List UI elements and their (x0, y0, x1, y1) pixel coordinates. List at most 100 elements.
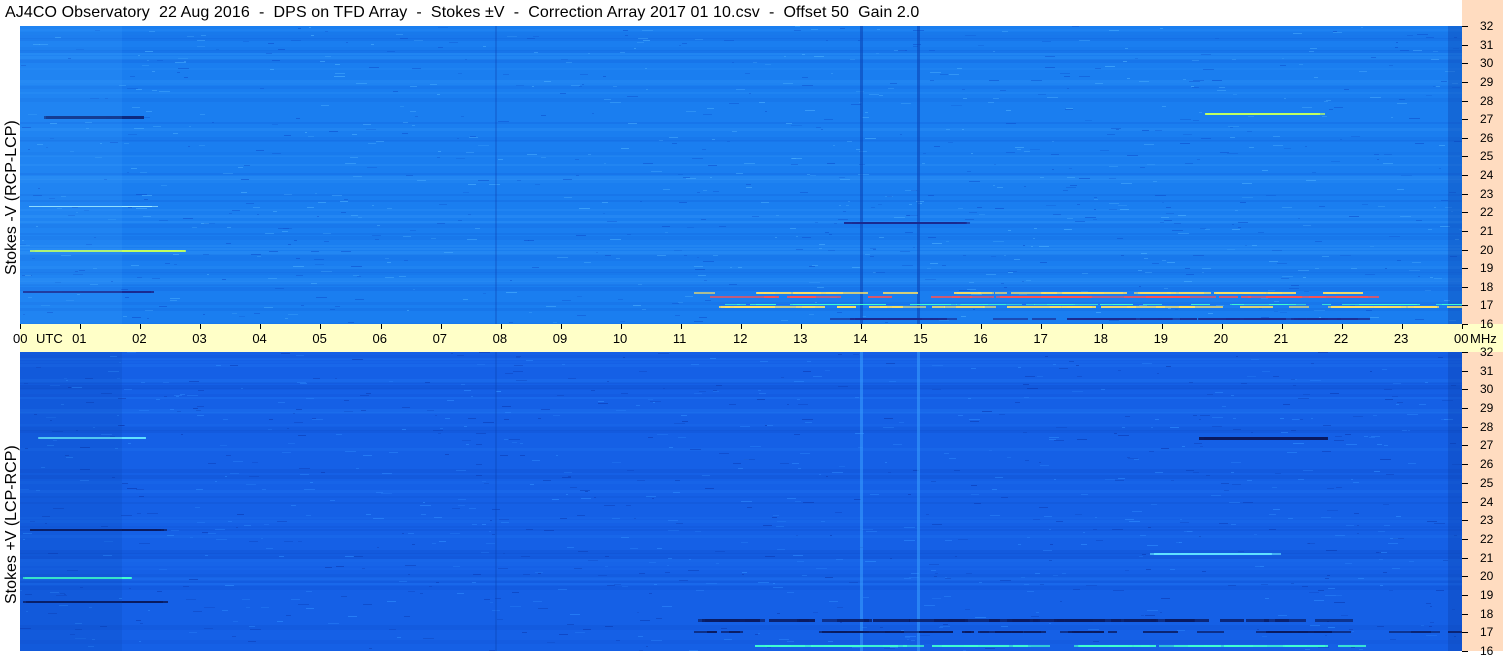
emission-streak-bottom (1338, 645, 1366, 647)
freq-tick-label-top: 28 (1480, 94, 1494, 108)
speckle-top (415, 116, 418, 117)
speckle-top (873, 272, 876, 273)
speckle-top (948, 142, 953, 143)
speckle-bottom (1132, 511, 1142, 512)
speckle-top (1227, 153, 1238, 154)
speckle-bottom (668, 558, 672, 559)
speckle-top (1281, 278, 1289, 279)
speckle-bottom (1037, 376, 1043, 377)
speckle-top (940, 74, 948, 75)
band-bottom (20, 517, 1462, 519)
speckle-top (1178, 215, 1186, 216)
speckle-top (285, 318, 288, 319)
speckle-top (335, 73, 345, 74)
speckle-top (152, 90, 157, 91)
speckle-bottom (1073, 589, 1080, 590)
speckle-top (157, 60, 163, 61)
speckle-bottom (648, 437, 653, 438)
speckle-top (858, 174, 869, 175)
speckle-top (605, 255, 611, 256)
band-bottom (20, 586, 1462, 590)
speckle-bottom (740, 426, 750, 427)
time-tick-label: 00 (13, 331, 28, 346)
speckle-bottom (719, 453, 729, 454)
speckle-bottom (476, 475, 482, 476)
speckle-bottom (849, 582, 858, 583)
speckle-bottom (1075, 514, 1082, 515)
speckle-bottom (558, 589, 567, 590)
emission-streak-top (993, 318, 1028, 320)
speckle-top (663, 189, 670, 190)
speckle-top (1109, 166, 1118, 167)
speckle-bottom (839, 466, 845, 467)
speckle-bottom (1384, 525, 1390, 526)
speckle-bottom (389, 629, 396, 630)
speckle-bottom (1388, 543, 1398, 544)
speckle-bottom (420, 593, 423, 594)
speckle-bottom (1254, 534, 1257, 535)
speckle-top (412, 68, 421, 69)
speckle-top (807, 174, 810, 175)
speckle-bottom (1025, 376, 1035, 377)
speckle-bottom (541, 409, 550, 410)
speckle-bottom (559, 634, 568, 635)
speckle-bottom (1327, 510, 1338, 511)
speckle-bottom (1125, 519, 1134, 520)
speckle-top (687, 227, 694, 228)
speckle-bottom (1093, 529, 1097, 530)
speckle-bottom (1262, 636, 1267, 637)
speckle-top (317, 216, 319, 217)
speckle-bottom (453, 566, 460, 567)
speckle-top (679, 202, 687, 203)
speckle-top (627, 234, 631, 235)
speckle-bottom (481, 552, 489, 553)
speckle-bottom (657, 434, 668, 435)
speckle-bottom (232, 636, 236, 637)
speckle-top (227, 227, 231, 228)
speckle-top (144, 199, 148, 200)
speckle-bottom (1232, 484, 1241, 485)
speckle-top (199, 145, 205, 146)
speckle-bottom (1141, 615, 1144, 616)
emission-streak-bottom (1199, 437, 1212, 440)
speckle-bottom (321, 472, 325, 473)
speckle-bottom (356, 468, 359, 469)
speckle-top (951, 105, 962, 106)
speckle-top (620, 321, 625, 322)
speckle-top (946, 241, 949, 242)
speckle-bottom (583, 629, 591, 630)
speckle-bottom (577, 515, 585, 516)
speckle-top (1284, 98, 1286, 99)
speckle-bottom (216, 539, 227, 540)
speckle-top (1436, 86, 1440, 87)
emission-streak-top (725, 306, 759, 308)
speckle-bottom (228, 521, 232, 522)
speckle-top (1370, 97, 1381, 98)
speckle-top (1162, 202, 1164, 203)
speckle-top (1065, 109, 1073, 110)
speckle-bottom (456, 470, 466, 471)
speckle-bottom (1310, 380, 1321, 381)
speckle-bottom (139, 410, 149, 411)
speckle-top (1030, 149, 1040, 150)
band-top (20, 50, 1462, 53)
emission-streak-bottom (1143, 631, 1178, 633)
speckle-top (1045, 56, 1055, 57)
band-top (20, 59, 1462, 63)
speckle-top (732, 62, 734, 63)
emission-streak-top (1100, 304, 1133, 305)
speckle-bottom (1434, 523, 1445, 524)
speckle-top (699, 317, 707, 318)
speckle-top (1361, 27, 1363, 28)
speckle-top (703, 190, 707, 191)
speckle-top (802, 54, 805, 55)
speckle-top (1441, 81, 1447, 82)
speckle-bottom (1358, 578, 1364, 579)
speckle-top (967, 289, 976, 290)
speckle-top (588, 53, 590, 54)
emission-streak-top (944, 306, 984, 308)
speckle-top (318, 202, 326, 203)
speckle-bottom (498, 568, 508, 569)
speckle-bottom (646, 496, 656, 497)
speckle-top (1249, 147, 1254, 148)
